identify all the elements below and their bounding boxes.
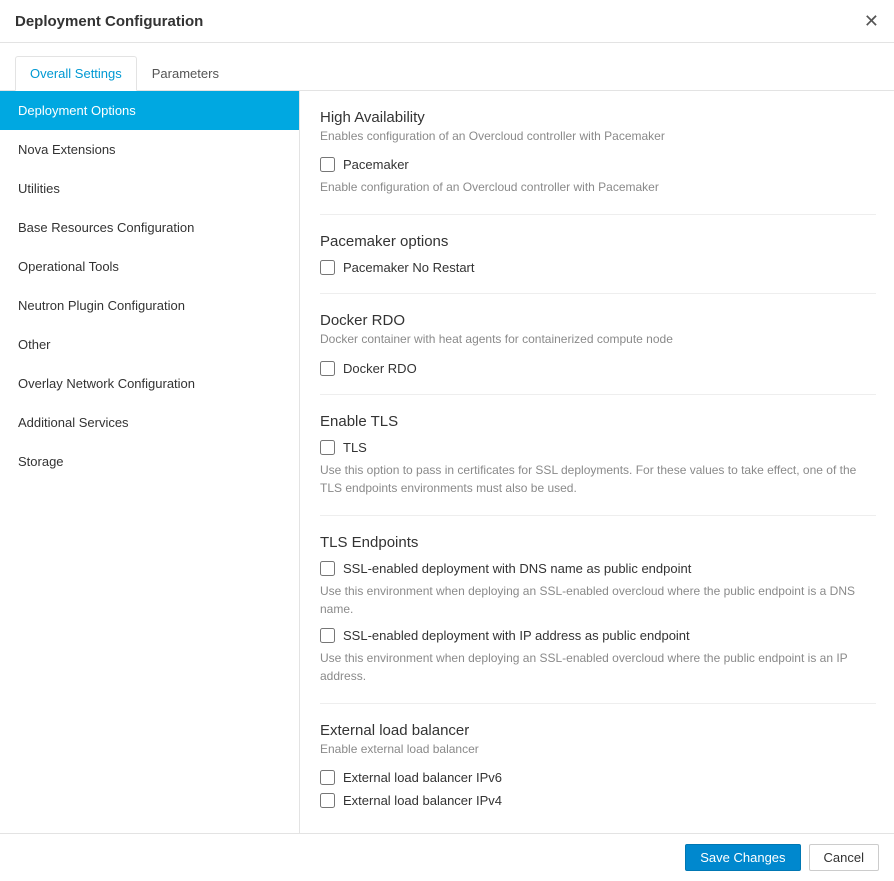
checkbox-elb-ipv4[interactable] — [320, 793, 335, 808]
sidebar-item-operational-tools[interactable]: Operational Tools — [0, 247, 299, 286]
section-subtitle: Enables configuration of an Overcloud co… — [320, 128, 876, 145]
checkbox-label: Docker RDO — [343, 361, 417, 376]
section-title: TLS Endpoints — [320, 534, 876, 551]
sidebar-item-additional-services[interactable]: Additional Services — [0, 403, 299, 442]
section-external-load-balancer: External load balancer Enable external l… — [320, 722, 876, 826]
checkbox-tls[interactable] — [320, 440, 335, 455]
checkbox-label: Pacemaker — [343, 157, 409, 172]
section-high-availability: High Availability Enables configuration … — [320, 109, 876, 215]
checkbox-row-tls: TLS — [320, 440, 876, 455]
checkbox-label: Pacemaker No Restart — [343, 260, 475, 275]
section-tls-endpoints: TLS Endpoints SSL-enabled deployment wit… — [320, 534, 876, 704]
sidebar-item-base-resources[interactable]: Base Resources Configuration — [0, 208, 299, 247]
sidebar-item-nova-extensions[interactable]: Nova Extensions — [0, 130, 299, 169]
checkbox-docker-rdo[interactable] — [320, 361, 335, 376]
sidebar-item-storage[interactable]: Storage — [0, 442, 299, 481]
sidebar-item-neutron-plugin[interactable]: Neutron Plugin Configuration — [0, 286, 299, 325]
checkbox-description: Use this environment when deploying an S… — [320, 649, 876, 685]
dialog-title: Deployment Configuration — [15, 13, 203, 30]
sidebar-item-deployment-options[interactable]: Deployment Options — [0, 91, 299, 130]
section-title: Docker RDO — [320, 312, 876, 329]
checkbox-row-elb-ipv6: External load balancer IPv6 — [320, 770, 876, 785]
checkbox-label: SSL-enabled deployment with DNS name as … — [343, 561, 691, 576]
checkbox-label: SSL-enabled deployment with IP address a… — [343, 628, 690, 643]
checkbox-label: TLS — [343, 440, 367, 455]
checkbox-ssl-dns[interactable] — [320, 561, 335, 576]
section-title: Pacemaker options — [320, 233, 876, 250]
section-subtitle: Enable external load balancer — [320, 741, 876, 758]
checkbox-row-pacemaker-no-restart: Pacemaker No Restart — [320, 260, 876, 275]
tab-parameters[interactable]: Parameters — [137, 56, 234, 91]
checkbox-label: External load balancer IPv4 — [343, 793, 502, 808]
tab-overall-settings[interactable]: Overall Settings — [15, 56, 137, 91]
checkbox-description: Use this option to pass in certificates … — [320, 461, 876, 497]
section-title: Enable TLS — [320, 413, 876, 430]
checkbox-row-ssl-ip: SSL-enabled deployment with IP address a… — [320, 628, 876, 643]
sidebar-item-utilities[interactable]: Utilities — [0, 169, 299, 208]
section-title: High Availability — [320, 109, 876, 126]
dialog-footer: Save Changes Cancel — [0, 833, 894, 881]
cancel-button[interactable]: Cancel — [809, 844, 879, 871]
sidebar-item-other[interactable]: Other — [0, 325, 299, 364]
sidebar-item-overlay-network[interactable]: Overlay Network Configuration — [0, 364, 299, 403]
section-pacemaker-options: Pacemaker options Pacemaker No Restart — [320, 233, 876, 294]
checkbox-description: Enable configuration of an Overcloud con… — [320, 178, 876, 196]
section-subtitle: Docker container with heat agents for co… — [320, 331, 876, 348]
main-panel: High Availability Enables configuration … — [300, 91, 894, 833]
content-area: Deployment Options Nova Extensions Utili… — [0, 91, 894, 833]
close-icon[interactable]: ✕ — [864, 12, 879, 30]
section-docker-rdo: Docker RDO Docker container with heat ag… — [320, 312, 876, 394]
checkbox-row-pacemaker: Pacemaker — [320, 157, 876, 172]
checkbox-pacemaker-no-restart[interactable] — [320, 260, 335, 275]
tab-bar: Overall Settings Parameters — [0, 56, 894, 91]
checkbox-label: External load balancer IPv6 — [343, 770, 502, 785]
dialog-header: Deployment Configuration ✕ — [0, 0, 894, 43]
sidebar: Deployment Options Nova Extensions Utili… — [0, 91, 300, 833]
checkbox-row-ssl-dns: SSL-enabled deployment with DNS name as … — [320, 561, 876, 576]
checkbox-ssl-ip[interactable] — [320, 628, 335, 643]
checkbox-description: Use this environment when deploying an S… — [320, 582, 876, 618]
checkbox-elb-ipv6[interactable] — [320, 770, 335, 785]
section-enable-tls: Enable TLS TLS Use this option to pass i… — [320, 413, 876, 516]
checkbox-row-docker-rdo: Docker RDO — [320, 361, 876, 376]
checkbox-pacemaker[interactable] — [320, 157, 335, 172]
checkbox-row-elb-ipv4: External load balancer IPv4 — [320, 793, 876, 808]
save-button[interactable]: Save Changes — [685, 844, 800, 871]
section-title: External load balancer — [320, 722, 876, 739]
